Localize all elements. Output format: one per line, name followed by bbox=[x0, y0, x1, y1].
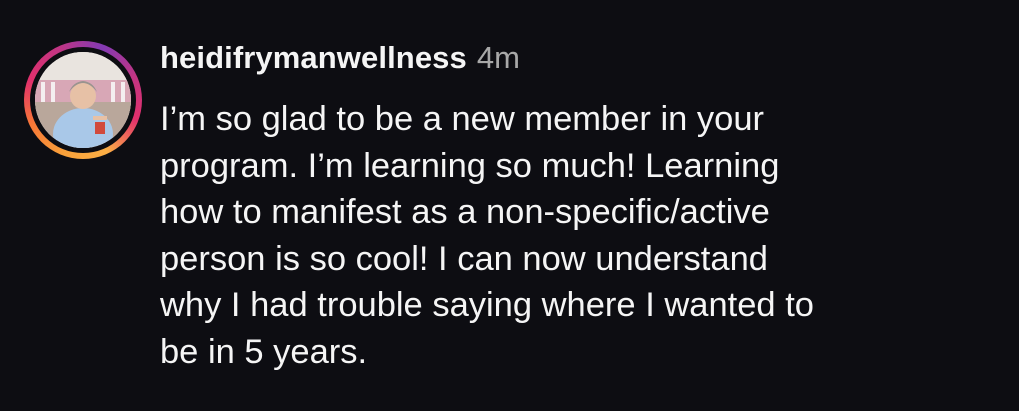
comment-text-line: program. I’m learning so much! Learning bbox=[160, 146, 780, 185]
avatar[interactable] bbox=[35, 52, 131, 148]
profile-photo-icon bbox=[35, 52, 131, 148]
comment-header: heidifrymanwellness 4m bbox=[160, 40, 520, 84]
comment-text-line: how to manifest as a non-specific/active bbox=[160, 193, 770, 231]
timestamp: 4m bbox=[476, 40, 520, 75]
comment-text-line: why I had trouble saying where I wanted … bbox=[160, 286, 814, 324]
story-ring[interactable] bbox=[24, 41, 142, 159]
comment-text-line: I’m so glad to be a new member in your bbox=[160, 100, 765, 138]
comment-text-line: be in 5 years. bbox=[160, 332, 368, 371]
username-link[interactable]: heidifrymanwellness bbox=[160, 40, 467, 76]
comment-text-line: person is so cool! I can now understand bbox=[160, 239, 768, 278]
comment-text: I’m so glad to be a new member in your p… bbox=[160, 96, 1000, 375]
comment: heidifrymanwellness 4m I’m so glad to be… bbox=[0, 0, 1019, 411]
